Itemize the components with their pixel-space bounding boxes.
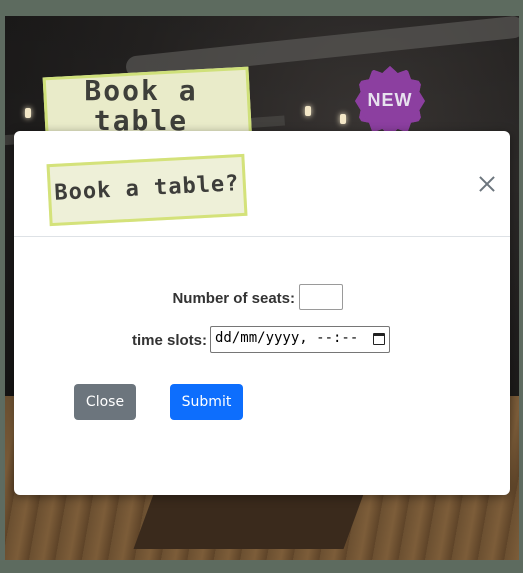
time-slots-input[interactable]: dd/mm/yyyy, --:-- bbox=[210, 326, 390, 353]
ceiling-light bbox=[340, 114, 346, 124]
top-bar bbox=[0, 0, 523, 16]
modal-header: Book a table? bbox=[14, 131, 510, 237]
bottom-bar bbox=[0, 561, 523, 573]
chair bbox=[133, 486, 367, 549]
time-slots-placeholder: dd/mm/yyyy, --:-- bbox=[215, 330, 359, 346]
ceiling-light bbox=[305, 106, 311, 116]
seats-label: Number of seats: bbox=[172, 290, 295, 307]
calendar-icon[interactable] bbox=[373, 333, 385, 345]
submit-button[interactable]: Submit bbox=[170, 384, 243, 420]
close-button[interactable]: Close bbox=[74, 384, 136, 420]
modal-title-tag: Book a table? bbox=[46, 153, 248, 227]
booking-modal: Book a table? Number of seats: time slot… bbox=[14, 131, 510, 495]
background-banner-text: Book a table bbox=[84, 74, 198, 137]
new-badge-text: NEW bbox=[367, 90, 413, 110]
time-slots-label: time slots: bbox=[131, 332, 207, 349]
seats-input[interactable] bbox=[299, 284, 343, 310]
ceiling-light bbox=[25, 108, 31, 118]
close-icon[interactable] bbox=[476, 173, 498, 195]
modal-title: Book a table? bbox=[53, 171, 241, 206]
